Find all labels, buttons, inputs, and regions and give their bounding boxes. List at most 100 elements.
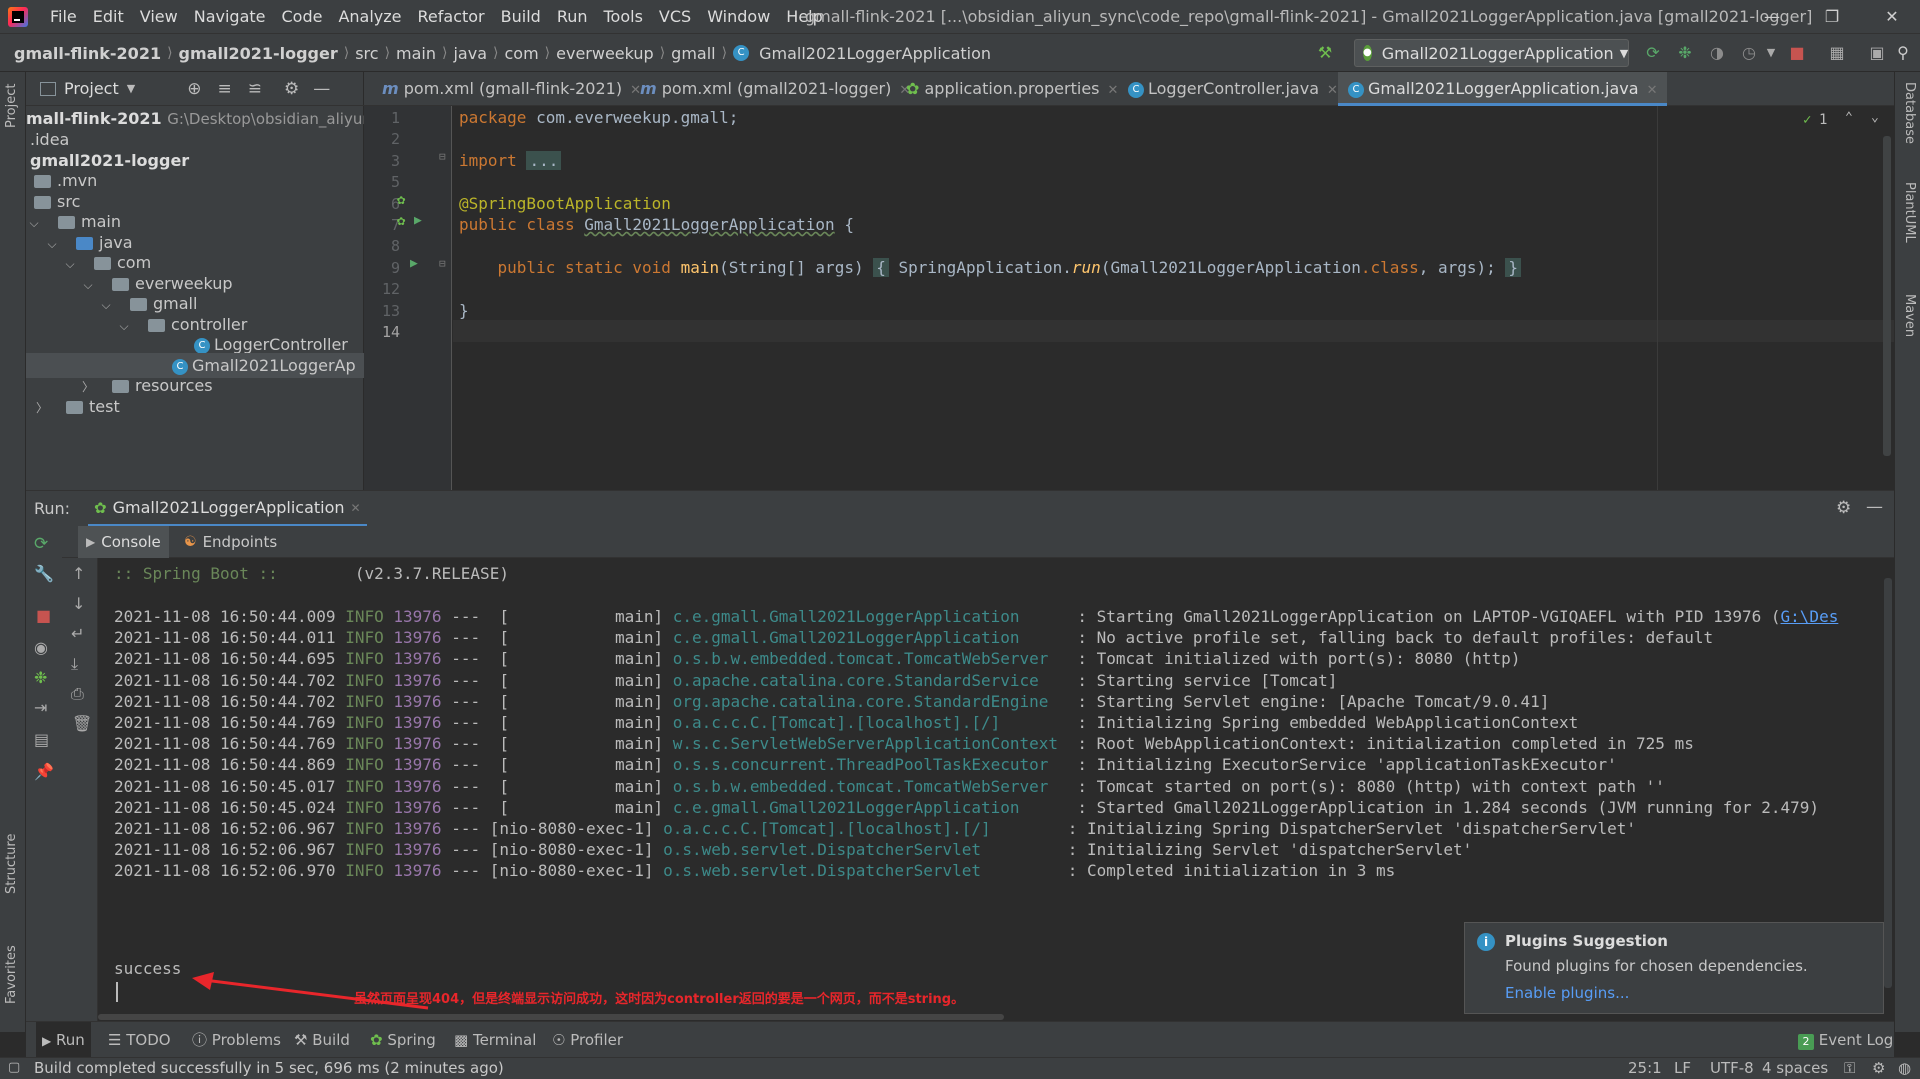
console-scrollbar[interactable]	[1884, 578, 1892, 988]
breadcrumb-item[interactable]: main	[396, 44, 436, 63]
line-separator[interactable]: LF	[1674, 1059, 1691, 1077]
rerun-icon[interactable]: ⟳	[1642, 42, 1664, 64]
scroll-to-end-icon[interactable]: ⤓	[71, 654, 78, 674]
chevron-down-icon[interactable]: ▼	[1760, 42, 1782, 64]
profiler-tool-button[interactable]: ☉ Profiler	[552, 1022, 623, 1058]
tab-pom-root[interactable]: m pom.xml (gmall-flink-2021) ✕	[372, 72, 651, 106]
status-message[interactable]: Build completed successfully in 5 sec, 6…	[34, 1059, 504, 1077]
spring-bean-icon[interactable]: ✿	[397, 192, 405, 208]
chevron-up-icon[interactable]: ⌃	[1845, 110, 1853, 125]
coverage-icon[interactable]: ◑	[1706, 42, 1728, 64]
spring-tool-button[interactable]: ✿ Spring	[370, 1022, 436, 1058]
stop-icon[interactable]: ■	[1786, 42, 1808, 64]
layout-icon[interactable]: ▣	[1866, 42, 1888, 64]
tab-console[interactable]: ▶ Console	[78, 526, 169, 558]
run-tool-button[interactable]: ▶ Run	[36, 1022, 91, 1059]
close-icon[interactable]: ✕	[351, 501, 361, 515]
gear-icon[interactable]: ⚙	[284, 79, 299, 99]
tab-gmall2021loggerapplication[interactable]: C Gmall2021LoggerApplication.java ✕	[1338, 72, 1668, 106]
search-icon[interactable]: ⚲	[1892, 42, 1914, 64]
tab-loggercontroller[interactable]: C LoggerController.java ✕	[1118, 72, 1348, 106]
structure-stripe-button[interactable]: Structure	[4, 834, 19, 894]
menu-edit[interactable]: Edit	[85, 0, 132, 34]
chevron-right-icon[interactable]: 〉	[34, 396, 50, 421]
restore-icon[interactable]: ❐	[1808, 0, 1856, 34]
build-hammer-icon[interactable]: ⚒	[1314, 42, 1336, 64]
hide-icon[interactable]: —	[1866, 497, 1883, 517]
event-log-button[interactable]: 2 Event Log	[1798, 1022, 1893, 1058]
arrow-up-icon[interactable]: ↑	[72, 564, 85, 583]
wrench-icon[interactable]: 🔧	[34, 564, 54, 583]
menu-run[interactable]: Run	[549, 0, 596, 34]
chevron-down-icon[interactable]: ▼	[127, 82, 135, 95]
locate-icon[interactable]: ⊕	[187, 79, 201, 99]
notifications-icon[interactable]: ◍	[1898, 1059, 1911, 1077]
trash-icon[interactable]: 🗑	[72, 714, 92, 733]
run-configuration-select[interactable]: ● Gmall2021LoggerApplication ▼	[1354, 39, 1629, 67]
tab-application-properties[interactable]: ✿ application.properties ✕	[896, 72, 1128, 106]
chevron-down-icon[interactable]: ⌵	[44, 232, 60, 257]
chevron-down-icon[interactable]: ⌵	[116, 314, 132, 339]
spring-bean-icon[interactable]: ✿	[397, 213, 405, 229]
breadcrumb-item[interactable]: gmall2021-logger	[179, 44, 338, 63]
gear-icon[interactable]: ⚙	[1836, 498, 1851, 518]
close-icon[interactable]: ✕	[1868, 0, 1916, 34]
tree-root[interactable]: mall-flink-2021 G:\Desktop\obsidian_aliy…	[26, 106, 364, 131]
breadcrumb-item[interactable]: everweekup	[556, 44, 654, 63]
project-structure-icon[interactable]: ▦	[1826, 42, 1848, 64]
tree-node-test[interactable]: 〉 test	[34, 394, 120, 419]
soft-wrap-icon[interactable]: ↵	[71, 624, 84, 643]
rerun-icon[interactable]: ⟳	[34, 534, 48, 554]
project-stripe-button[interactable]: Project	[4, 84, 19, 128]
breadcrumb-item[interactable]: com	[504, 44, 538, 63]
fold-icon[interactable]: ⊟	[439, 257, 446, 270]
menu-vcs[interactable]: VCS	[651, 0, 699, 34]
profile-icon[interactable]: ◷	[1738, 42, 1760, 64]
menu-build[interactable]: Build	[493, 0, 549, 34]
pin-icon[interactable]: 📌	[34, 762, 54, 781]
chevron-down-icon[interactable]: ⌵	[62, 252, 78, 277]
breadcrumb-item[interactable]: Gmall2021LoggerApplication	[759, 44, 991, 63]
indent-setting[interactable]: 4 spaces	[1762, 1059, 1828, 1077]
folded-brace[interactable]: {	[873, 258, 889, 277]
folded-brace[interactable]: }	[1505, 258, 1522, 277]
menu-analyze[interactable]: Analyze	[330, 0, 409, 34]
close-icon[interactable]: ✕	[1108, 83, 1119, 98]
debug-icon[interactable]: ❉	[1674, 42, 1696, 64]
lock-icon[interactable]: ⚿	[1844, 1059, 1855, 1077]
menu-refactor[interactable]: Refactor	[410, 0, 493, 34]
collapse-all-icon[interactable]: ≌	[248, 79, 262, 99]
database-stripe-button[interactable]: Database	[1902, 82, 1917, 144]
log-file-link[interactable]: G:\Des	[1781, 607, 1839, 626]
fold-icon[interactable]: ⊟	[439, 150, 446, 163]
terminal-tool-button[interactable]: ▩ Terminal	[454, 1022, 536, 1058]
breadcrumb-item[interactable]: gmall-flink-2021	[14, 44, 161, 63]
print-icon[interactable]: ⎙	[71, 684, 84, 704]
maven-stripe-button[interactable]: Maven	[1902, 294, 1917, 337]
memory-indicator-icon[interactable]: ⚙	[1872, 1059, 1885, 1077]
exit-icon[interactable]: ⇥	[34, 698, 47, 717]
camera-icon[interactable]: ◉	[34, 638, 48, 657]
expand-all-icon[interactable]: ≡	[217, 79, 231, 99]
inspection-ok-icon[interactable]: ✓	[1803, 112, 1811, 128]
enable-plugins-link[interactable]: Enable plugins...	[1505, 984, 1629, 1002]
close-icon[interactable]: ✕	[1327, 83, 1338, 98]
breadcrumb-item[interactable]: src	[355, 44, 378, 63]
run-gutter-icon[interactable]: ▶	[414, 213, 422, 228]
project-panel-title[interactable]: Project	[64, 79, 119, 98]
chevron-down-icon[interactable]: ⌵	[80, 273, 96, 298]
chevron-down-icon[interactable]: ⌵	[98, 293, 114, 318]
hide-icon[interactable]: —	[313, 79, 330, 99]
favorites-stripe-button[interactable]: Favorites	[4, 945, 19, 1004]
run-tab[interactable]: ✿ Gmall2021LoggerApplication ✕	[88, 491, 367, 527]
build-tool-button[interactable]: ⚒ Build	[294, 1022, 350, 1058]
chevron-down-icon[interactable]: ⌄	[1871, 110, 1879, 125]
breadcrumb-item[interactable]: gmall	[671, 44, 715, 63]
problems-tool-button[interactable]: ⓘ Problems	[192, 1022, 281, 1058]
menu-code[interactable]: Code	[274, 0, 331, 34]
inspection-count[interactable]: 1	[1819, 112, 1827, 128]
arrow-down-icon[interactable]: ↓	[72, 594, 85, 613]
debug-bug-icon[interactable]: ❉	[34, 668, 47, 687]
menu-navigate[interactable]: Navigate	[186, 0, 274, 34]
close-icon[interactable]: ✕	[1647, 83, 1658, 98]
